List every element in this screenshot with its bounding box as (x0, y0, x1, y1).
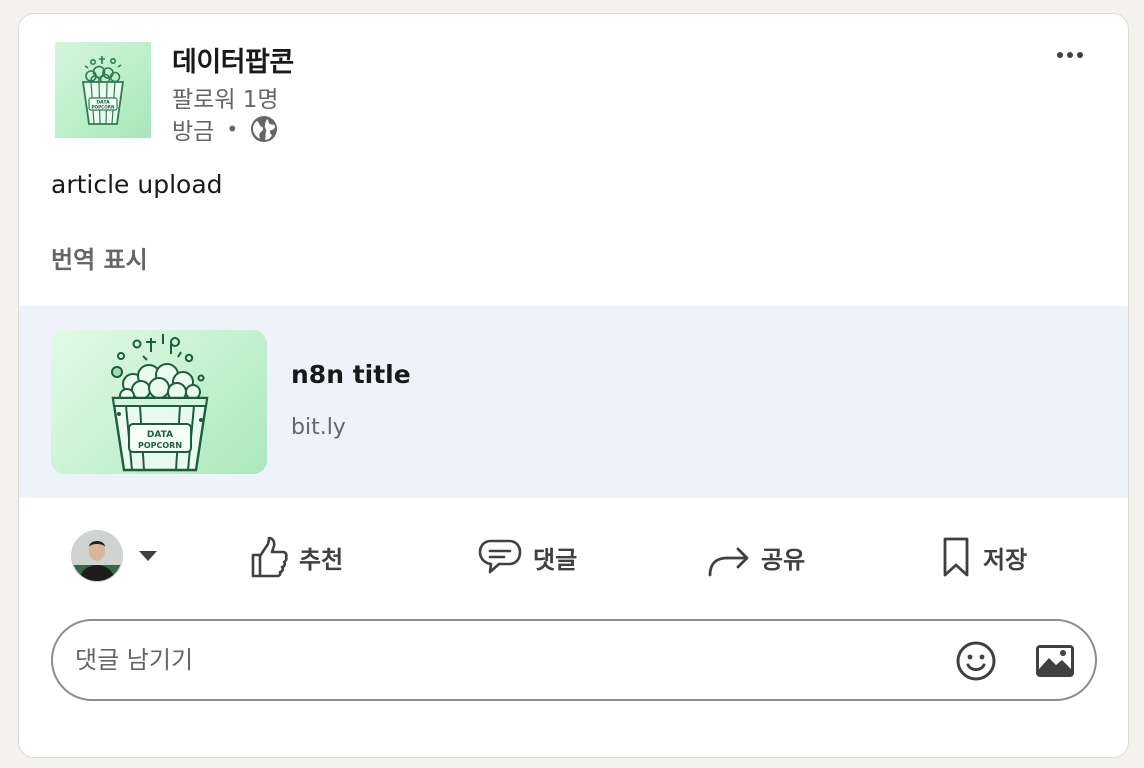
share-arrow-icon (708, 547, 749, 577)
post-meta: 방금 • (172, 112, 278, 146)
link-preview-domain: bit.ly (291, 415, 346, 440)
share-label: 공유 (761, 545, 806, 574)
post-time: 방금 (172, 119, 215, 145)
comment-composer (51, 619, 1097, 701)
avatar (71, 530, 123, 582)
image-icon (1036, 645, 1074, 677)
meta-separator: • (226, 117, 239, 141)
link-preview-title[interactable]: n8n title (291, 360, 411, 389)
bookmark-icon (943, 537, 969, 577)
preview-image-text-line2: POPCORN (138, 441, 182, 450)
post-header: DATA POPCORN 데이터팝콘 팔로워 1명 방금 • (19, 14, 1128, 154)
feed-post-card: DATA POPCORN 데이터팝콘 팔로워 1명 방금 • article u… (18, 13, 1129, 758)
author-name[interactable]: 데이터팝콘 (172, 40, 294, 79)
follower-count: 팔로워 1명 (172, 87, 279, 113)
social-action-bar: 추천 댓글 공유 저장 (19, 514, 1128, 594)
thumbs-up-icon (251, 536, 288, 578)
chevron-down-icon (139, 551, 157, 561)
link-preview[interactable]: DATA POPCORN n8n title bit.ly (19, 306, 1128, 498)
more-horizontal-icon (1057, 52, 1083, 58)
save-button[interactable]: 저장 (939, 532, 1027, 582)
logo-text-line2: POPCORN (91, 105, 115, 110)
comment-input[interactable] (73, 639, 917, 681)
speech-bubble-icon (478, 539, 522, 574)
translate-button[interactable]: 번역 표시 (51, 240, 148, 275)
share-button[interactable]: 공유 (707, 532, 805, 582)
comment-label: 댓글 (533, 545, 578, 574)
globe-icon (250, 115, 278, 143)
company-logo[interactable]: DATA POPCORN (55, 42, 151, 138)
like-label: 추천 (299, 545, 344, 574)
comment-button[interactable]: 댓글 (477, 532, 577, 582)
add-image-button[interactable] (1034, 643, 1076, 679)
smiley-icon (956, 641, 996, 681)
like-button[interactable]: 추천 (249, 532, 343, 582)
link-preview-image[interactable]: DATA POPCORN (51, 330, 267, 474)
more-options-button[interactable] (1052, 44, 1088, 66)
emoji-button[interactable] (955, 640, 997, 682)
reactor-selector[interactable] (71, 530, 157, 582)
post-text: article upload (51, 170, 223, 199)
preview-image-text-line1: DATA (147, 430, 173, 440)
save-label: 저장 (983, 545, 1028, 574)
